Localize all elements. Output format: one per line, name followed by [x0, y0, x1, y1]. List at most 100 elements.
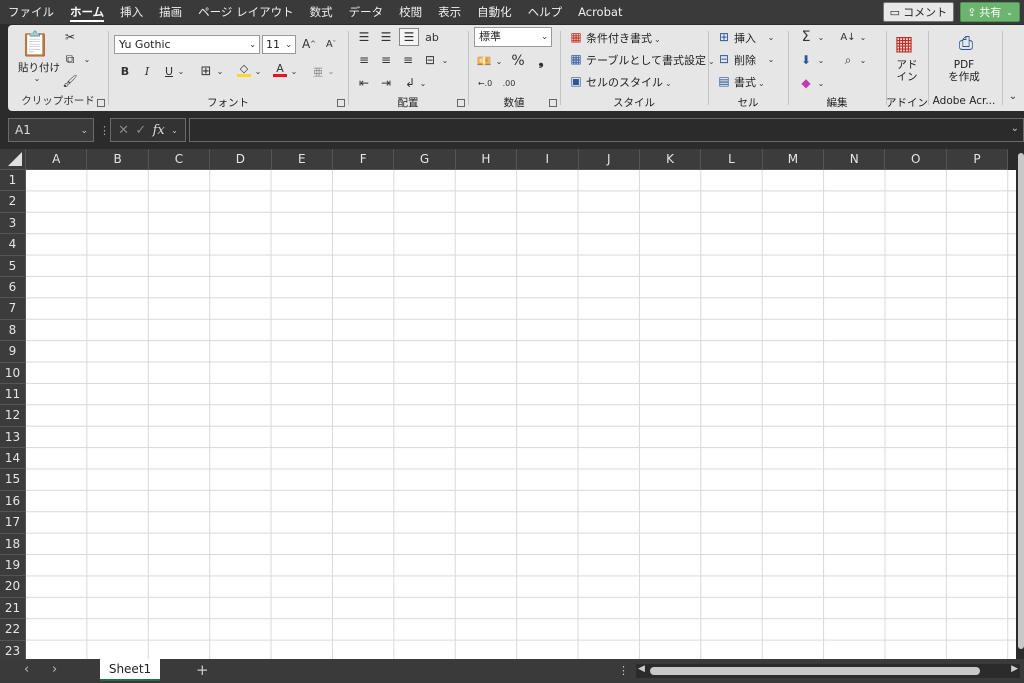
expand-formula-icon[interactable]: ⌄: [1011, 123, 1019, 134]
row-header[interactable]: 9: [0, 341, 26, 363]
sort-filter-icon[interactable]: A↓: [840, 29, 856, 45]
increase-decimal-icon[interactable]: ←.0: [476, 75, 494, 91]
scroll-left-icon[interactable]: ◀: [638, 664, 645, 674]
chevron-down-icon[interactable]: ⌄: [253, 63, 263, 79]
horizontal-scrollbar[interactable]: ◀ ▶: [636, 664, 1020, 678]
row-header[interactable]: 4: [0, 234, 26, 256]
border-icon[interactable]: ⊞: [198, 63, 214, 79]
alignment-launcher-icon[interactable]: [457, 99, 465, 107]
orientation-icon[interactable]: ab: [424, 29, 440, 45]
menu-tab[interactable]: データ: [341, 0, 392, 24]
menu-tab[interactable]: ヘルプ: [520, 0, 571, 24]
format-cells-button[interactable]: 書式 ⌄: [734, 74, 765, 90]
number-launcher-icon[interactable]: [549, 99, 557, 107]
share-button[interactable]: ⇪ 共有 ⌄: [960, 2, 1020, 22]
conditional-format-button[interactable]: 条件付き書式 ⌄: [586, 30, 661, 46]
format-painter-icon[interactable]: 🖌: [62, 73, 78, 89]
chevron-down-icon[interactable]: ⌄: [858, 52, 868, 68]
chevron-down-icon[interactable]: ⌄: [440, 52, 450, 68]
column-header[interactable]: I: [517, 149, 579, 170]
row-header[interactable]: 16: [0, 490, 26, 513]
font-launcher-icon[interactable]: [337, 99, 345, 107]
create-pdf-button[interactable]: PDF を作成: [928, 59, 1000, 83]
font-color-icon[interactable]: A: [272, 61, 288, 79]
insert-function-button[interactable]: fx: [153, 123, 165, 138]
vertical-scroll-thumb[interactable]: [1018, 153, 1024, 649]
row-header[interactable]: 8: [0, 319, 26, 342]
menu-tab[interactable]: 校閲: [391, 0, 430, 24]
chevron-down-icon[interactable]: ⌄: [326, 63, 336, 79]
row-header[interactable]: 15: [0, 469, 26, 491]
addins-button[interactable]: アド イン: [886, 59, 928, 83]
menu-tab[interactable]: ファイル: [0, 0, 62, 24]
cancel-icon[interactable]: ✕: [118, 123, 129, 138]
column-header[interactable]: O: [885, 149, 947, 170]
column-header[interactable]: K: [639, 149, 702, 170]
cell-area[interactable]: [26, 170, 1016, 659]
comment-button[interactable]: ▭ コメント: [882, 2, 955, 22]
row-header[interactable]: 5: [0, 255, 26, 277]
row-header[interactable]: 22: [0, 619, 26, 641]
more-options-icon[interactable]: ⋮: [99, 124, 110, 137]
column-header[interactable]: N: [824, 149, 886, 170]
chevron-down-icon[interactable]: ⌄: [32, 73, 42, 83]
fill-icon[interactable]: ⬇: [798, 52, 814, 68]
menu-tab[interactable]: Acrobat: [570, 0, 630, 24]
wrap-text-icon[interactable]: ↲: [402, 75, 418, 91]
row-header[interactable]: 7: [0, 298, 26, 320]
formula-input[interactable]: ⌄: [189, 118, 1024, 142]
pdf-icon[interactable]: ⎙: [954, 31, 978, 55]
decrease-decimal-icon[interactable]: .00: [500, 75, 518, 91]
chevron-down-icon[interactable]: ⌄: [858, 29, 868, 45]
paste-icon[interactable]: 📋: [18, 29, 52, 59]
chevron-down-icon[interactable]: ⌄: [82, 51, 92, 67]
font-name-select[interactable]: Yu Gothic ⌄: [114, 35, 260, 54]
align-bottom-icon[interactable]: ☰: [399, 28, 419, 46]
bold-button[interactable]: B: [118, 63, 132, 79]
clipboard-launcher-icon[interactable]: [97, 99, 105, 107]
align-center-icon[interactable]: ≡: [378, 52, 394, 68]
next-sheet-icon[interactable]: ›: [52, 662, 57, 677]
chevron-down-icon[interactable]: ⌄: [766, 30, 776, 44]
autosum-icon[interactable]: Σ: [798, 29, 814, 45]
row-header[interactable]: 12: [0, 405, 26, 427]
horizontal-scroll-thumb[interactable]: [650, 667, 980, 675]
chevron-down-icon[interactable]: ⌄: [176, 63, 186, 79]
prev-sheet-icon[interactable]: ‹: [24, 662, 29, 677]
copy-icon[interactable]: ⧉: [62, 51, 78, 67]
align-right-icon[interactable]: ≡: [400, 52, 416, 68]
more-options-icon[interactable]: ⋮: [618, 664, 629, 677]
menu-tab[interactable]: 描画: [151, 0, 190, 24]
column-header[interactable]: G: [394, 149, 456, 170]
menu-tab[interactable]: 表示: [430, 0, 469, 24]
percent-button[interactable]: %: [510, 53, 526, 69]
row-header[interactable]: 17: [0, 512, 26, 534]
row-header[interactable]: 11: [0, 383, 26, 406]
align-left-icon[interactable]: ≡: [356, 52, 372, 68]
sheet-tab[interactable]: Sheet1: [100, 659, 160, 681]
chevron-down-icon[interactable]: ⌄: [289, 63, 299, 79]
confirm-icon[interactable]: ✓: [135, 123, 146, 138]
chevron-down-icon[interactable]: ⌄: [215, 63, 225, 79]
menu-tab[interactable]: 自動化: [469, 0, 520, 24]
currency-icon[interactable]: 💴: [476, 53, 492, 69]
increase-font-icon[interactable]: A ^: [300, 35, 318, 53]
row-header[interactable]: 13: [0, 426, 26, 449]
row-header[interactable]: 20: [0, 576, 26, 598]
row-header[interactable]: 10: [0, 362, 26, 384]
merge-center-icon[interactable]: ⊟: [422, 52, 438, 68]
number-format-select[interactable]: 標準 ⌄: [474, 27, 552, 47]
cell-styles-button[interactable]: セルのスタイル ⌄: [586, 74, 672, 90]
column-header[interactable]: M: [762, 149, 825, 170]
vertical-scrollbar[interactable]: [1016, 149, 1024, 659]
add-sheet-button[interactable]: +: [196, 661, 209, 679]
column-header[interactable]: L: [701, 149, 763, 170]
chevron-down-icon[interactable]: ⌄: [171, 126, 178, 135]
chevron-down-icon[interactable]: ⌄: [418, 75, 428, 91]
format-as-table-button[interactable]: テーブルとして書式設定 ⌄: [586, 52, 715, 68]
row-header[interactable]: 6: [0, 276, 26, 299]
decrease-indent-icon[interactable]: ⇤: [356, 75, 372, 91]
column-header[interactable]: P: [946, 149, 1009, 170]
row-header[interactable]: 1: [0, 170, 26, 192]
menu-tab[interactable]: 数式: [302, 0, 341, 24]
